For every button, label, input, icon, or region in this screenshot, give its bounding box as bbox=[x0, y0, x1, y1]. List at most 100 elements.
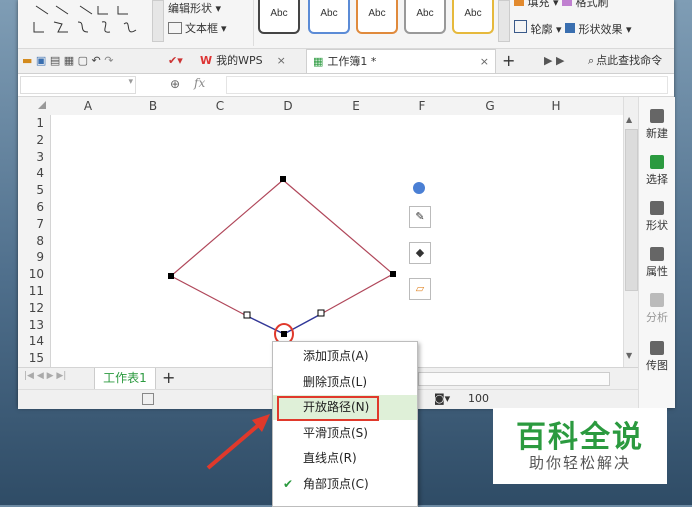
column-header-cell[interactable]: G bbox=[460, 97, 520, 115]
panel-button-upload-image[interactable]: 传图 bbox=[639, 341, 675, 373]
row-header-cell[interactable]: 6 bbox=[18, 199, 44, 216]
scroll-thumb[interactable] bbox=[625, 129, 638, 291]
column-header-cell[interactable]: H bbox=[526, 97, 586, 115]
bezier-handle[interactable] bbox=[243, 311, 251, 319]
panel-button-label: 传图 bbox=[646, 359, 668, 372]
style-scroll-button[interactable] bbox=[498, 0, 510, 42]
row-header-cell[interactable]: 14 bbox=[18, 333, 44, 350]
fx-button[interactable]: fx bbox=[194, 76, 205, 90]
sheet-tab-1[interactable]: 工作表1 bbox=[94, 368, 156, 390]
shape-style-2[interactable]: Abc bbox=[308, 0, 350, 34]
undo-icon[interactable]: ↶ bbox=[92, 54, 101, 67]
minus-icon[interactable] bbox=[413, 182, 425, 194]
menu-item[interactable]: 添加顶点(A) bbox=[273, 344, 417, 369]
shape-style-1[interactable]: Abc bbox=[258, 0, 300, 34]
edit-shape-float-icon[interactable]: ✎ bbox=[409, 206, 431, 228]
redo-icon[interactable]: ↷ bbox=[104, 54, 113, 67]
tab-workbook1[interactable]: ▦ 工作簿1 * × bbox=[306, 49, 496, 73]
freeform-shape-canvas[interactable] bbox=[51, 115, 623, 367]
edit-shape-button[interactable]: 编辑形状 ▾ bbox=[168, 0, 221, 16]
panel-button-new[interactable]: 新建 bbox=[639, 109, 675, 141]
column-header-cell[interactable]: F bbox=[392, 97, 452, 115]
close-icon[interactable]: × bbox=[480, 50, 489, 73]
scroll-up-icon[interactable]: ▲ bbox=[626, 115, 632, 124]
menu-item[interactable]: 平滑顶点(S) bbox=[273, 421, 417, 446]
menu-item[interactable]: 直线点(R) bbox=[273, 446, 417, 471]
row-header-cell[interactable]: 11 bbox=[18, 283, 44, 300]
fill-bucket-icon[interactable]: ◆ bbox=[409, 242, 431, 264]
textbox-button[interactable]: 文本框 ▾ bbox=[168, 20, 227, 36]
horizontal-scrollbar[interactable] bbox=[418, 372, 610, 386]
view-mode-icon[interactable]: ◙▾ bbox=[434, 392, 450, 405]
fill-button[interactable]: 填充 ▾ 格式刷 bbox=[514, 0, 609, 10]
macro-icon[interactable] bbox=[142, 393, 154, 405]
chevron-down-icon[interactable]: ▾ bbox=[128, 77, 133, 87]
panel-button-property[interactable]: 属性 bbox=[639, 247, 675, 279]
vertical-scrollbar[interactable]: ▲ ▼ bbox=[623, 97, 638, 367]
row-header-cell[interactable]: 2 bbox=[18, 132, 44, 149]
export-icon[interactable]: ▤ bbox=[50, 54, 60, 67]
divider bbox=[253, 0, 254, 46]
panel-button-select[interactable]: 选择 bbox=[639, 155, 675, 187]
shape-style-4[interactable]: Abc bbox=[404, 0, 446, 34]
vertex-handle[interactable] bbox=[390, 271, 396, 277]
row-header-cell[interactable]: 13 bbox=[18, 317, 44, 334]
row-header-cell[interactable]: 15 bbox=[18, 350, 44, 367]
customize-icon[interactable]: ✔▾ bbox=[168, 49, 183, 73]
formula-input[interactable] bbox=[226, 76, 668, 94]
line-shapes-gallery[interactable] bbox=[32, 2, 152, 36]
new-tab-button[interactable]: + bbox=[502, 49, 515, 73]
name-box[interactable]: ▾ bbox=[20, 76, 136, 94]
outline-label: 轮廓 bbox=[530, 23, 553, 36]
command-search[interactable]: ⌕ 点此查找命令 bbox=[588, 49, 662, 73]
scroll-down-icon[interactable]: ▼ bbox=[626, 351, 632, 360]
vertex-handle[interactable] bbox=[281, 331, 287, 337]
add-sheet-button[interactable]: + bbox=[162, 368, 175, 388]
freeform-shape-path[interactable] bbox=[169, 179, 395, 335]
menu-item[interactable]: 删除顶点(L) bbox=[273, 370, 417, 395]
shape-style-3[interactable]: Abc bbox=[356, 0, 398, 34]
outline-float-icon[interactable]: ▱ bbox=[409, 278, 431, 300]
row-header-cell[interactable]: 8 bbox=[18, 233, 44, 250]
column-header-cell[interactable]: E bbox=[326, 97, 386, 115]
row-header-cell[interactable]: 7 bbox=[18, 216, 44, 233]
row-header-cell[interactable]: 10 bbox=[18, 266, 44, 283]
row-header-cell[interactable]: 3 bbox=[18, 149, 44, 166]
vertex-handle[interactable] bbox=[280, 176, 286, 182]
menu-item[interactable]: 开放路径(N) bbox=[273, 395, 417, 421]
open-icon[interactable]: ▬ bbox=[22, 54, 32, 67]
close-icon[interactable]: × bbox=[277, 49, 286, 73]
save-icon[interactable]: ▣ bbox=[36, 54, 46, 67]
vertex-handle[interactable] bbox=[168, 273, 174, 279]
row-header-cell[interactable]: 1 bbox=[18, 115, 44, 132]
sheet-canvas[interactable]: ✎ ◆ ▱ bbox=[51, 115, 623, 367]
column-header-cell[interactable]: B bbox=[123, 97, 183, 115]
panel-button-label: 属性 bbox=[646, 265, 668, 278]
panel-button-shape[interactable]: 形状 bbox=[639, 201, 675, 233]
format-painter-icon bbox=[562, 0, 573, 6]
sheet-nav-icon[interactable]: |◀ ◀ ▶ ▶| bbox=[24, 371, 66, 381]
column-header-cell[interactable]: A bbox=[58, 97, 118, 115]
column-header-cell[interactable]: D bbox=[258, 97, 318, 115]
row-header-cell[interactable]: 9 bbox=[18, 249, 44, 266]
formula-bar: ▾ ⊕ fx bbox=[18, 74, 674, 97]
print-icon[interactable]: ▦ bbox=[64, 54, 74, 67]
row-header-cell[interactable]: 12 bbox=[18, 300, 44, 317]
select-all-icon[interactable] bbox=[38, 101, 46, 109]
menu-item[interactable]: ✔ 角部顶点(C) bbox=[273, 472, 417, 497]
row-header-cell[interactable]: 5 bbox=[18, 182, 44, 199]
zoom-icon[interactable]: ⊕ bbox=[170, 77, 180, 91]
row-header-cell[interactable]: 4 bbox=[18, 165, 44, 182]
vertex-context-menu: 添加顶点(A) 删除顶点(L) 开放路径(N) 平滑顶点(S) 直线点(R) ✔ 角部顶点(… bbox=[272, 341, 418, 507]
shape-style-5[interactable]: Abc bbox=[452, 0, 494, 34]
bezier-handle[interactable] bbox=[317, 309, 325, 317]
tab-my-wps[interactable]: W 我的WPS × bbox=[194, 49, 292, 73]
outline-button[interactable]: 轮廓 ▾ 形状效果 ▾ bbox=[514, 20, 632, 37]
panel-button-analyze[interactable]: 分析 bbox=[639, 293, 675, 325]
preview-icon[interactable]: ▢ bbox=[78, 54, 88, 67]
tab-label: 工作簿1 * bbox=[327, 55, 377, 68]
tab-list-icon[interactable]: ▶ ▶ bbox=[544, 49, 564, 73]
gallery-scroll-button[interactable] bbox=[152, 0, 164, 42]
column-header-cell[interactable]: C bbox=[190, 97, 250, 115]
zoom-level[interactable]: 100 bbox=[468, 392, 489, 405]
